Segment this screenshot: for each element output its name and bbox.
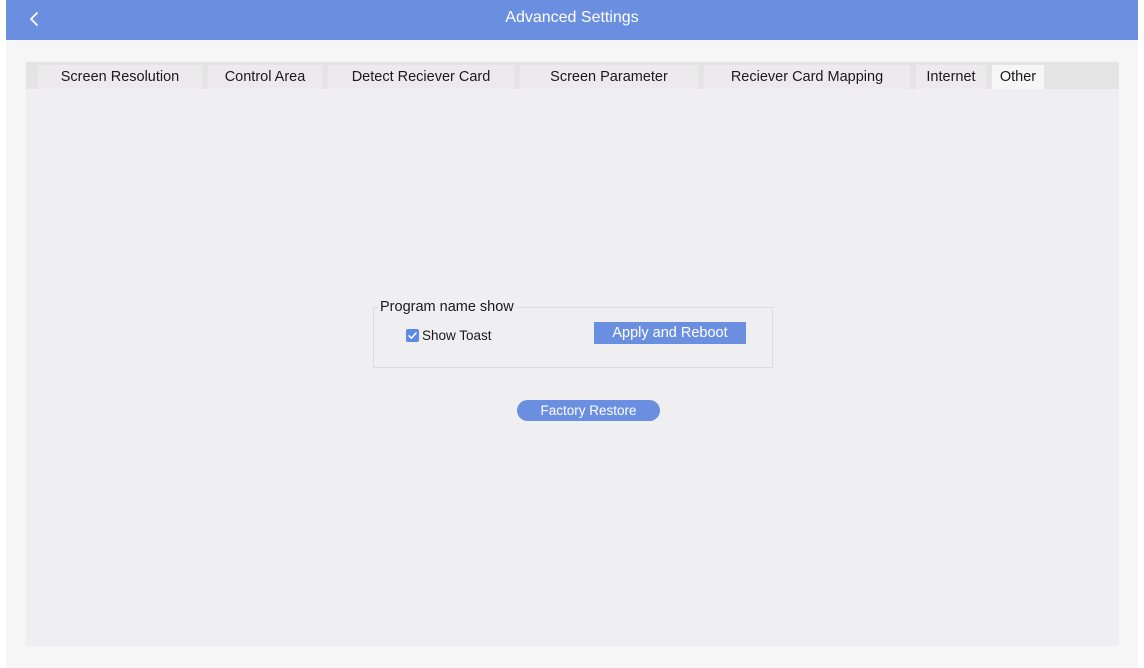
tab-screen-resolution[interactable]: Screen Resolution — [38, 65, 202, 89]
tab-screen-parameter[interactable]: Screen Parameter — [520, 65, 698, 89]
tab-detect-reciever-card[interactable]: Detect Reciever Card — [328, 65, 514, 89]
checkmark-icon — [408, 331, 417, 339]
show-toast-checkbox[interactable]: Show Toast — [406, 326, 492, 344]
tab-bar: Screen Resolution Control Area Detect Re… — [26, 62, 1119, 89]
tab-other[interactable]: Other — [992, 65, 1044, 89]
tab-reciever-card-mapping[interactable]: Reciever Card Mapping — [704, 65, 910, 89]
title-bar: Advanced Settings — [6, 0, 1138, 40]
tab-internet[interactable]: Internet — [916, 65, 986, 89]
factory-restore-button[interactable]: Factory Restore — [517, 400, 660, 421]
tab-control-area[interactable]: Control Area — [208, 65, 322, 89]
window-title: Advanced Settings — [505, 9, 639, 26]
tab-content-other: Program name show Show Toast Apply and R… — [26, 89, 1119, 646]
advanced-settings-window: Advanced Settings Screen Resolution Cont… — [6, 0, 1138, 668]
show-toast-label: Show Toast — [422, 327, 492, 343]
apply-and-reboot-button[interactable]: Apply and Reboot — [594, 322, 746, 344]
program-name-show-group: Program name show Show Toast Apply and R… — [373, 298, 773, 368]
checkbox-box[interactable] — [406, 328, 419, 342]
group-title: Program name show — [378, 298, 516, 316]
